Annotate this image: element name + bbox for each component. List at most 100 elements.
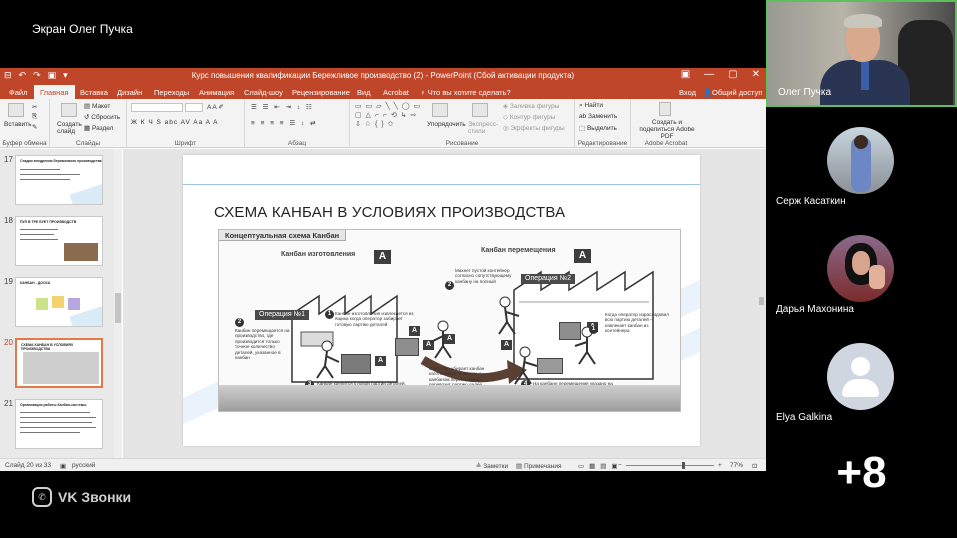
thumb-title: Стадии внедрения бережливого производств… (20, 159, 102, 163)
thumb-title: СХЕМА КАНБАН В УСЛОВИЯХ ПРОИЗВОДСТВА (21, 343, 74, 351)
screen-share-title: Экран Олег Пучка (32, 22, 133, 36)
arrange-icon[interactable] (432, 103, 448, 117)
view-buttons[interactable]: ▭▦▤▣ (578, 462, 623, 470)
layout-button[interactable]: ▤ Макет (84, 102, 110, 110)
signin-link[interactable]: Вход (679, 88, 696, 97)
participant-tile[interactable]: Серж Касаткин (766, 107, 957, 214)
language-indicator[interactable]: русский (72, 462, 95, 469)
step-number: 1 (325, 310, 334, 319)
avatar-head (854, 135, 868, 149)
list-buttons[interactable]: ☰ ☰ ⇤ ⇥ ↕ ☷ (251, 103, 314, 111)
zoom-slider[interactable] (626, 465, 714, 466)
kanban-card-icon: A (374, 250, 391, 264)
tab-transitions[interactable]: Переходы (154, 88, 189, 97)
ribbon-display-icon[interactable]: ▣ (681, 69, 690, 80)
thumb-number: 20 (4, 338, 13, 347)
create-share-pdf-button[interactable]: Создать и поделиться Adobe PDF (634, 119, 700, 140)
copy-icon[interactable]: ⎘ (32, 113, 37, 121)
new-slide-button[interactable]: Создать слайд (57, 121, 83, 135)
slide-thumbnail[interactable]: КАНБАН - ДОСКА (15, 277, 103, 327)
close-icon[interactable]: ✕ (752, 69, 760, 80)
group-label-acrobat: Adobe Acrobat (644, 140, 688, 147)
phone-icon: ✆ (32, 487, 52, 507)
more-participants-count[interactable]: +8 (766, 448, 957, 498)
font-size-box[interactable] (185, 103, 203, 112)
slide-title[interactable]: СХЕМА КАНБАН В УСЛОВИЯХ ПРОИЗВОДСТВА (214, 204, 565, 221)
slide-thumbnails-pane: 17 Стадии внедрения бережливого производ… (0, 149, 122, 458)
quick-styles-button[interactable]: Экспресс-стили (468, 121, 498, 135)
maximize-icon[interactable]: ▢ (728, 69, 737, 80)
arrange-button[interactable]: Упорядочить (427, 121, 466, 128)
tab-design[interactable]: Дизайн (117, 88, 142, 97)
tab-review[interactable]: Рецензирование (292, 88, 350, 97)
select-button[interactable]: ⬚ Выделить (579, 124, 617, 132)
slide-top-rule (183, 184, 700, 185)
slide[interactable]: СХЕМА КАНБАН В УСЛОВИЯХ ПРОИЗВОДСТВА Кон… (183, 155, 700, 446)
shapes-gallery[interactable]: ▭ ▭ ▱ ╲ ╲ ◯ ▭ ▢ △ ⌐ ⌐ ⟲ ↳ ⇨ ⇩ ☆ { } ✩ (355, 102, 423, 136)
participant-name: Elya Galkina (776, 412, 833, 423)
scrollbar-thumb[interactable] (115, 293, 121, 323)
minimize-icon[interactable]: — (704, 69, 714, 80)
zoom-out-icon[interactable]: − (618, 462, 622, 469)
shape-fill-button[interactable]: ◈ Заливка фигуры (503, 102, 559, 110)
worker-figure (574, 326, 596, 365)
group-label-font: Шрифт (174, 140, 197, 147)
note-1: Канбан изготовления извлекается из ящика… (335, 311, 414, 327)
tab-slideshow[interactable]: Слайд-шоу (244, 88, 283, 97)
avatar-head (851, 357, 870, 376)
align-buttons[interactable]: ≡ ≡ ≡ ≡ ☰ ↕ ⇄ (251, 119, 318, 127)
tab-view[interactable]: Вид (357, 88, 371, 97)
spellcheck-icon[interactable]: ▣ (60, 462, 66, 470)
group-editing: ⌕ Найти ab Заменить ⬚ Выделить Редактиро… (575, 99, 631, 148)
format-painter-icon[interactable]: ✎ (32, 123, 37, 131)
section-label: Раздел (91, 125, 114, 132)
notes-toggle[interactable]: ≜ Заметки (476, 462, 508, 470)
ribbon: Вставить ✂ ⎘ ✎ Буфер обмена Создать слай… (0, 99, 766, 148)
user-icon: 👤 (703, 88, 713, 97)
thumbnails-scrollbar[interactable] (114, 149, 122, 458)
tell-me-search[interactable]: ♀ Что вы хотите сделать? (420, 88, 511, 97)
tab-animation[interactable]: Анимация (199, 88, 234, 97)
slide-thumbnail[interactable]: Стадии внедрения бережливого производств… (15, 155, 103, 205)
paste-button[interactable]: Вставить (4, 121, 32, 128)
slide-thumbnail[interactable]: ПУЛ В ТРЕ БУЕТ ПРОИЗВОДСТВ (15, 216, 103, 266)
comments-toggle[interactable]: ▤ Примечания (516, 462, 561, 470)
font-style-buttons[interactable]: Ж К Ч S abc AV Aa A A (131, 119, 218, 126)
reset-button[interactable]: ↺ Сбросить (84, 113, 120, 121)
kanban-diagram-image[interactable]: Концептуальная схема Канбан Канбан изгот… (218, 229, 681, 412)
participant-tile[interactable]: Elya Galkina (766, 323, 957, 430)
canvas-scroll-indicator[interactable] (759, 297, 764, 305)
find-button[interactable]: ⌕ Найти (579, 102, 603, 110)
zoom-level[interactable]: 77% (730, 462, 743, 469)
paste-icon[interactable] (8, 103, 24, 117)
font-name-box[interactable] (131, 103, 183, 112)
fit-to-window-icon[interactable]: ⊡ (752, 462, 757, 470)
thumb-text-line (20, 412, 90, 413)
shape-effects-button[interactable]: ◎ Эффекты фигуры (503, 124, 565, 132)
font-grow-icon[interactable]: A A ✐ (207, 103, 224, 111)
slide-thumbnail-selected[interactable]: СХЕМА КАНБАН В УСЛОВИЯХ ПРОИЗВОДСТВА (15, 338, 103, 388)
screen-share-stage: Экран Олег Пучка ⊟ ↶ ↷ ▣ ▾ Курс повышени… (0, 0, 766, 538)
thumb-text-line (20, 239, 58, 240)
zoom-slider-thumb[interactable] (682, 462, 685, 469)
replace-button[interactable]: ab Заменить (579, 113, 617, 120)
share-button[interactable]: Общий доступ (712, 88, 762, 97)
participant-tile[interactable]: Дарья Махонина (766, 215, 957, 322)
tab-acrobat[interactable]: Acrobat (383, 88, 409, 97)
cut-icon[interactable]: ✂ (32, 103, 37, 111)
tab-file[interactable]: Файл (9, 88, 27, 97)
participant-tile-speaking[interactable]: Олег Пучка (766, 0, 957, 107)
new-slide-icon[interactable] (61, 103, 77, 117)
vk-calls-logo: ✆ VK Звонки (32, 487, 131, 507)
thumb-sticky (36, 298, 48, 310)
tab-home[interactable]: Главная (34, 85, 75, 99)
slide-thumbnail[interactable]: Организация работы Канбан-системы (15, 399, 103, 449)
tab-insert[interactable]: Вставка (80, 88, 108, 97)
zoom-in-icon[interactable]: + (718, 462, 722, 469)
shape-outline-button[interactable]: ◇ Контур фигуры (503, 113, 555, 121)
section-button[interactable]: ▦ Раздел (84, 124, 113, 132)
avatar (827, 235, 894, 302)
note-1-right: Когда оператор израсходовал всю партию д… (605, 312, 669, 334)
pdf-icon[interactable] (659, 102, 671, 116)
quick-styles-icon[interactable] (472, 103, 488, 117)
